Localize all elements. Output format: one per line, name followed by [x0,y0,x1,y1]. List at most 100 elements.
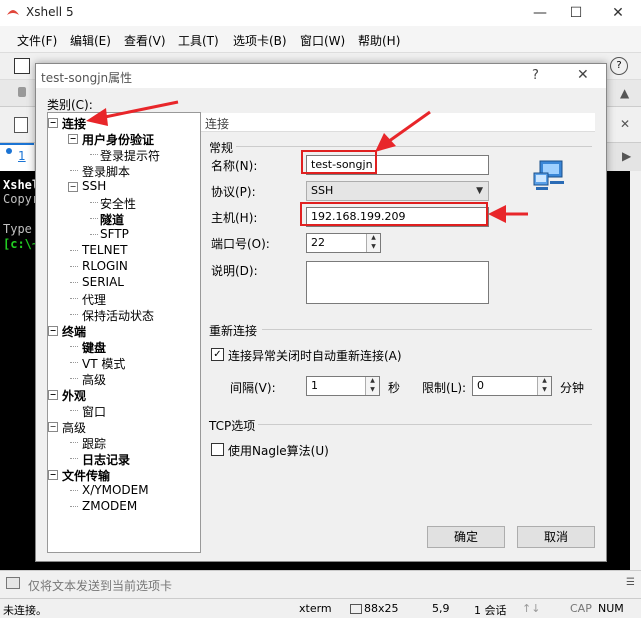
tree-connector [70,170,78,171]
desc-textarea[interactable] [306,261,489,304]
caps-indicator: CAP [570,602,592,615]
spin-down-icon[interactable]: ▼ [367,243,380,252]
tree-item[interactable]: SFTP [90,227,129,241]
send-icon[interactable] [6,577,20,589]
tree-item[interactable]: 隧道 [90,211,125,228]
cancel-button[interactable]: 取消 [517,526,595,548]
tree-item[interactable]: − 连接 [48,115,86,132]
auto-reconnect-checkbox[interactable]: ✓ [211,348,224,361]
interval-input[interactable]: 1 ▲ ▼ [306,376,380,396]
tree-item[interactable]: 安全性 [90,195,136,212]
tree-connector [90,154,98,155]
interval-unit: 秒 [388,381,401,395]
collapse-icon[interactable]: − [48,390,58,400]
tree-item[interactable]: 键盘 [70,339,106,356]
dialog-titlebar: test-songjn属性 ? ✕ [36,64,606,88]
tree-item[interactable]: 登录提示符 [90,147,160,164]
tree-item[interactable]: − 外观 [48,387,86,404]
network-computer-icon [533,160,564,190]
spin-up-icon[interactable]: ▲ [366,377,379,386]
tree-item[interactable]: 高级 [70,371,106,388]
tree-item-label: 窗口 [82,405,107,419]
spin-up-icon[interactable]: ▲ [538,377,551,386]
interval-label: 间隔(V): [230,381,276,395]
menu-icon[interactable]: ☰ [626,577,635,588]
menu-tabs[interactable]: 选项卡(B) [233,32,287,49]
spin-down-icon[interactable]: ▼ [538,386,551,395]
collapse-icon[interactable]: − [48,470,58,480]
num-indicator: NUM [598,602,624,615]
tree-item-label: TELNET [82,243,128,257]
spin-down-icon[interactable]: ▼ [366,386,379,395]
tree-item-label: 保持活动状态 [82,309,155,323]
minimize-button[interactable]: — [522,0,558,26]
scroll-arrows-icon[interactable]: ↑↓ [522,602,540,615]
tree-item[interactable]: VT 模式 [70,355,126,372]
tree-item[interactable]: − SSH [68,179,106,193]
tcp-group-title: TCP选项 [209,419,256,433]
collapse-icon[interactable]: − [48,422,58,432]
send-input[interactable]: 仅将文本发送到当前选项卡 [28,577,172,594]
tree-item[interactable]: TELNET [70,243,128,257]
tree-item[interactable]: 保持活动状态 [70,307,155,324]
collapse-icon[interactable]: − [68,182,78,192]
interval-spinner[interactable]: ▲ ▼ [365,377,379,395]
tree-item[interactable]: − 用户身份验证 [68,131,154,148]
close-window-button[interactable]: ✕ [600,0,636,26]
tab-session-1[interactable]: 1 [0,143,34,171]
tree-item-label: 文件传输 [62,469,111,483]
chevron-up-icon[interactable]: ▲ [620,86,629,100]
connection-status: 未连接。 [3,604,47,617]
spin-up-icon[interactable]: ▲ [367,234,380,243]
tree-item[interactable]: − 终端 [48,323,86,340]
menu-file[interactable]: 文件(F) [17,32,57,49]
tree-item[interactable]: RLOGIN [70,259,128,273]
category-tree[interactable]: − 连接 − 用户身份验证 登录提示符 登录脚本 − SSH 安全性 隧道 SFTP TELNET RL… [47,112,201,553]
tree-item[interactable]: SERIAL [70,275,124,289]
host-label: 主机(H): [211,211,258,225]
tree-item-label: VT 模式 [82,357,126,371]
help-icon[interactable]: ? [610,57,628,75]
collapse-icon[interactable]: − [48,118,58,128]
tree-item[interactable]: 日志记录 [70,451,130,468]
tree-connector [70,346,78,347]
tree-item[interactable]: 登录脚本 [70,163,130,180]
menu-edit[interactable]: 编辑(E) [70,32,111,49]
dialog-close-button[interactable]: ✕ [577,67,589,83]
collapse-icon[interactable]: − [48,326,58,336]
close-panel-icon[interactable]: ✕ [620,117,630,131]
tab-scroll-icon[interactable]: ▶ [622,149,631,163]
tree-connector [70,490,78,491]
port-spinner[interactable]: ▲ ▼ [366,234,380,252]
tree-item[interactable]: − 文件传输 [48,467,111,484]
tree-item[interactable]: 代理 [70,291,106,308]
menu-tools[interactable]: 工具(T) [178,32,219,49]
protocol-select[interactable]: SSH ▼ [306,181,489,201]
maximize-button[interactable]: ☐ [558,0,594,26]
limit-input[interactable]: 0 ▲ ▼ [472,376,552,396]
new-session-icon[interactable] [14,58,30,74]
terminal-scrollbar[interactable] [630,171,641,570]
menu-view[interactable]: 查看(V) [124,32,166,49]
dialog-help-button[interactable]: ? [532,68,539,83]
terminal-line: Copyr [3,192,40,206]
limit-unit: 分钟 [560,381,585,395]
session-count: 1 会话 [474,604,507,617]
terminal-prompt: [c:\~ [3,237,40,251]
nagle-checkbox[interactable] [211,443,224,456]
collapse-icon[interactable]: − [68,134,78,144]
nagle-label: 使用Nagle算法(U) [228,444,329,458]
tree-item[interactable]: 跟踪 [70,435,106,452]
tree-item-label: 隧道 [100,213,125,227]
limit-spinner[interactable]: ▲ ▼ [537,377,551,395]
tree-item[interactable]: X/YMODEM [70,483,149,497]
menu-help[interactable]: 帮助(H) [358,32,400,49]
tree-item[interactable]: ZMODEM [70,499,138,513]
tree-item[interactable]: 窗口 [70,403,107,420]
tree-item-label: ZMODEM [82,499,138,513]
session-manager-icon[interactable] [14,117,28,133]
ok-button[interactable]: 确定 [427,526,505,548]
menu-window[interactable]: 窗口(W) [300,32,345,49]
port-input[interactable]: 22 ▲ ▼ [306,233,381,253]
tree-item[interactable]: − 高级 [48,419,86,436]
